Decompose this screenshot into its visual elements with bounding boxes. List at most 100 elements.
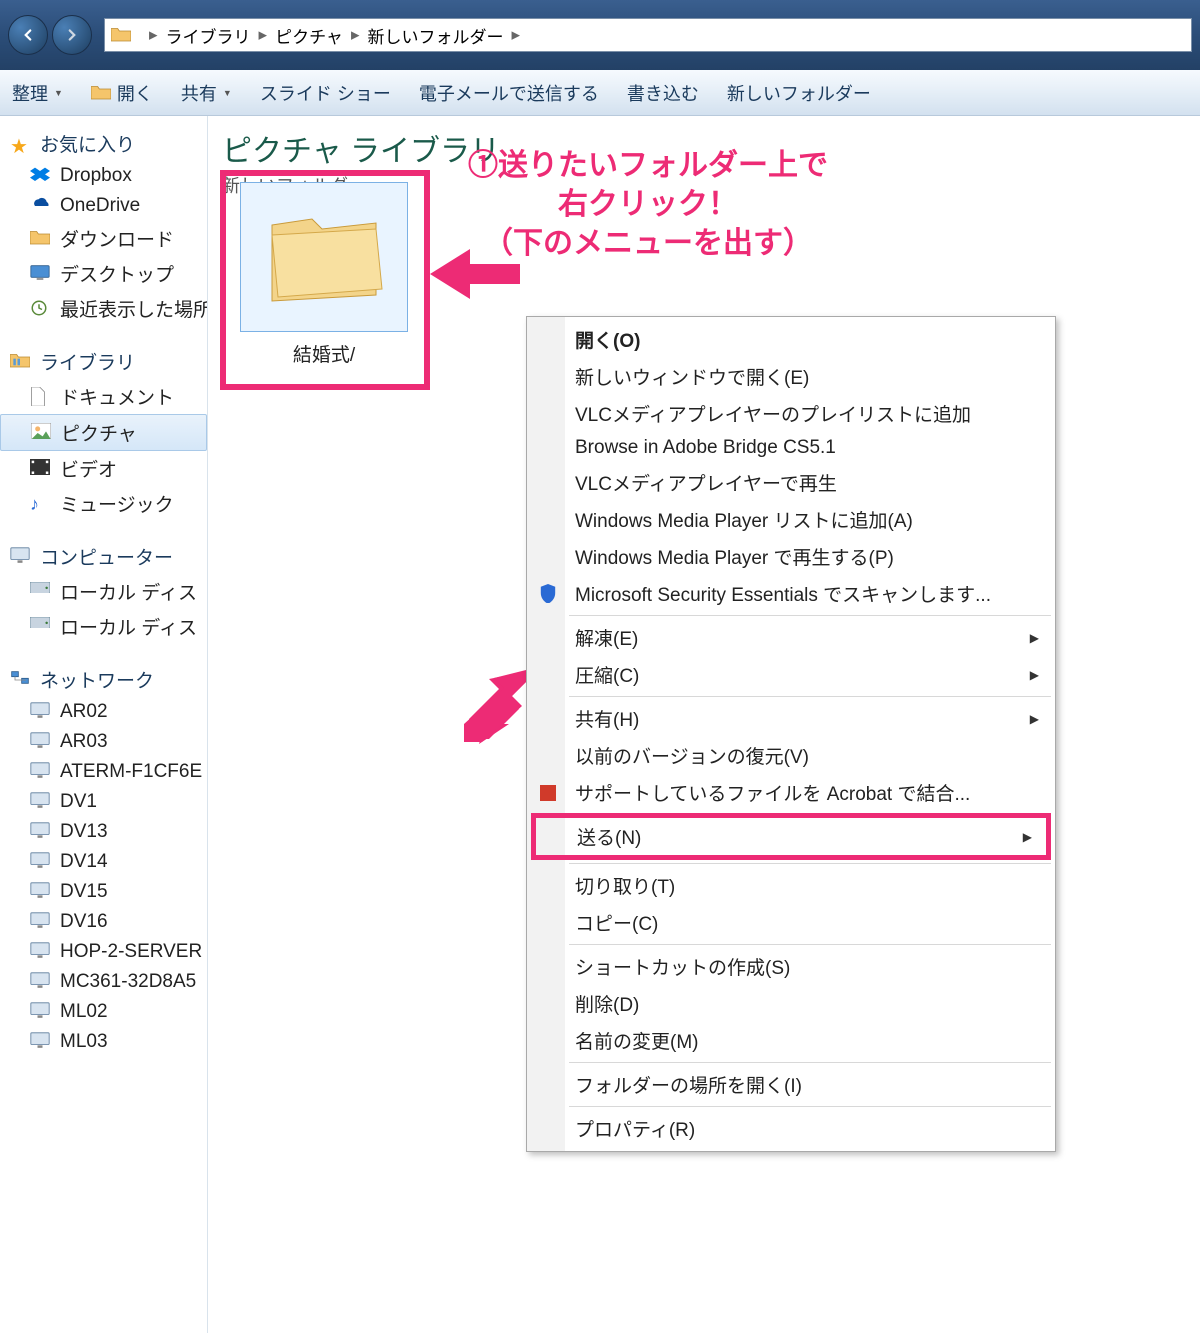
ctx-open-location[interactable]: フォルダーの場所を開く(I) xyxy=(529,1066,1053,1103)
ctx-rename[interactable]: 名前の変更(M) xyxy=(529,1022,1053,1059)
chevron-right-icon: ▶ xyxy=(1030,631,1039,645)
recent-icon xyxy=(30,299,52,319)
ctx-open[interactable]: 開く(O) xyxy=(529,321,1053,358)
computer-icon xyxy=(30,1032,52,1052)
computer-icon xyxy=(30,822,52,842)
share-button[interactable]: 共有▼ xyxy=(181,80,232,106)
ctx-vlc-play[interactable]: VLCメディアプレイヤーで再生 xyxy=(529,464,1053,501)
ctx-copy[interactable]: コピー(C) xyxy=(529,904,1053,941)
sidebar-item-network-pc[interactable]: MC361-32D8A5 xyxy=(0,967,207,997)
library-icon xyxy=(10,352,32,372)
open-button[interactable]: 開く xyxy=(91,80,153,106)
ctx-delete[interactable]: 削除(D) xyxy=(529,985,1053,1022)
chevron-right-icon: ▶ xyxy=(1030,668,1039,682)
folder-label: 結婚式/ xyxy=(234,340,414,367)
sidebar-item-onedrive[interactable]: OneDrive xyxy=(0,191,207,221)
organize-button[interactable]: 整理▼ xyxy=(12,80,63,106)
sidebar-item-dropbox[interactable]: Dropbox xyxy=(0,161,207,191)
chevron-down-icon: ▼ xyxy=(54,88,63,98)
folder-open-icon xyxy=(91,84,111,102)
ctx-mse-scan[interactable]: Microsoft Security Essentials でスキャンします..… xyxy=(529,575,1053,612)
computer-icon xyxy=(30,972,52,992)
sidebar-item-recent[interactable]: 最近表示した場所 xyxy=(0,291,207,326)
video-icon xyxy=(30,459,52,479)
sidebar-item-pictures[interactable]: ピクチャ xyxy=(0,414,207,451)
ctx-cut[interactable]: 切り取り(T) xyxy=(529,867,1053,904)
sidebar-item-localdisk[interactable]: ローカル ディス xyxy=(0,609,207,644)
shield-icon xyxy=(537,584,559,604)
content-pane: ピクチャ ライブラリ 新しいフォルダー 結婚式/ ①送りたいフォルダー上で 右ク… xyxy=(208,116,1200,1333)
ctx-acrobat-combine[interactable]: サポートしているファイルを Acrobat で結合... xyxy=(529,774,1053,811)
sidebar-item-desktop[interactable]: デスクトップ xyxy=(0,256,207,291)
document-icon xyxy=(30,387,52,407)
ctx-adobe-bridge[interactable]: Browse in Adobe Bridge CS5.1 xyxy=(529,432,1053,464)
burn-button[interactable]: 書き込む xyxy=(627,80,699,106)
computer-icon xyxy=(30,852,52,872)
favorites-header[interactable]: ★ お気に入り xyxy=(0,126,207,161)
computer-header[interactable]: コンピューター xyxy=(0,539,207,574)
sidebar-item-downloads[interactable]: ダウンロード xyxy=(0,221,207,256)
ctx-compress[interactable]: 圧縮(C)▶ xyxy=(529,656,1053,693)
star-icon: ★ xyxy=(10,134,32,154)
window-titlebar: ▸ ライブラリ ▸ ピクチャ ▸ 新しいフォルダー ▸ xyxy=(0,0,1200,70)
new-folder-button[interactable]: 新しいフォルダー xyxy=(727,80,871,106)
context-menu: 開く(O) 新しいウィンドウで開く(E) VLCメディアプレイヤーのプレイリスト… xyxy=(526,316,1056,1152)
ctx-share[interactable]: 共有(H)▶ xyxy=(529,700,1053,737)
chevron-right-icon: ▶ xyxy=(1023,830,1032,844)
sidebar-item-network-pc[interactable]: AR03 xyxy=(0,727,207,757)
music-icon: ♪ xyxy=(30,494,52,514)
ctx-send-to[interactable]: 送る(N)▶ xyxy=(536,818,1046,855)
navigation-pane: ★ お気に入り Dropbox OneDrive ダウンロード xyxy=(0,116,208,1333)
ctx-restore-version[interactable]: 以前のバージョンの復元(V) xyxy=(529,737,1053,774)
breadcrumb-part[interactable]: 新しいフォルダー xyxy=(367,23,503,48)
address-bar[interactable]: ▸ ライブラリ ▸ ピクチャ ▸ 新しいフォルダー ▸ xyxy=(104,18,1192,52)
sidebar-item-network-pc[interactable]: DV1 xyxy=(0,787,207,817)
computer-icon xyxy=(30,1002,52,1022)
chevron-right-icon: ▸ xyxy=(259,25,268,45)
sidebar-item-music[interactable]: ♪ ミュージック xyxy=(0,486,207,521)
ctx-properties[interactable]: プロパティ(R) xyxy=(529,1110,1053,1147)
computer-icon xyxy=(30,942,52,962)
arrow-icon xyxy=(430,244,520,304)
folder-icon xyxy=(30,229,52,249)
computer-icon xyxy=(30,762,52,782)
sidebar-item-localdisk[interactable]: ローカル ディス xyxy=(0,574,207,609)
sidebar-item-documents[interactable]: ドキュメント xyxy=(0,379,207,414)
sidebar-item-videos[interactable]: ビデオ xyxy=(0,451,207,486)
onedrive-icon xyxy=(30,196,52,216)
ctx-create-shortcut[interactable]: ショートカットの作成(S) xyxy=(529,948,1053,985)
ctx-wmp-play[interactable]: Windows Media Player で再生する(P) xyxy=(529,538,1053,575)
network-header[interactable]: ネットワーク xyxy=(0,662,207,697)
pdf-icon xyxy=(537,783,559,803)
sidebar-item-network-pc[interactable]: AR02 xyxy=(0,697,207,727)
computer-icon xyxy=(30,702,52,722)
sidebar-item-network-pc[interactable]: DV15 xyxy=(0,877,207,907)
ctx-open-new-window[interactable]: 新しいウィンドウで開く(E) xyxy=(529,358,1053,395)
ctx-wmp-list[interactable]: Windows Media Player リストに追加(A) xyxy=(529,501,1053,538)
annotation-step1: ①送りたいフォルダー上で 右クリック！ （下のメニューを出す） xyxy=(468,146,828,263)
nav-forward-button[interactable] xyxy=(52,15,92,55)
chevron-right-icon: ▶ xyxy=(1030,712,1039,726)
sidebar-item-network-pc[interactable]: DV13 xyxy=(0,817,207,847)
libraries-header[interactable]: ライブラリ xyxy=(0,344,207,379)
ctx-extract[interactable]: 解凍(E)▶ xyxy=(529,619,1053,656)
breadcrumb-part[interactable]: ピクチャ xyxy=(275,23,343,48)
sidebar-item-network-pc[interactable]: ATERM-F1CF6E xyxy=(0,757,207,787)
computer-icon xyxy=(30,912,52,932)
sidebar-item-network-pc[interactable]: ML03 xyxy=(0,1027,207,1057)
email-button[interactable]: 電子メールで送信する xyxy=(419,80,599,106)
dropbox-icon xyxy=(30,166,52,186)
annotation-highlight-box: 送る(N)▶ xyxy=(531,813,1051,860)
sidebar-item-network-pc[interactable]: ML02 xyxy=(0,997,207,1027)
sidebar-item-network-pc[interactable]: DV14 xyxy=(0,847,207,877)
folder-item[interactable]: 結婚式/ xyxy=(234,182,414,367)
chevron-down-icon: ▼ xyxy=(223,88,232,98)
sidebar-item-network-pc[interactable]: HOP-2-SERVER xyxy=(0,937,207,967)
desktop-icon xyxy=(30,264,52,284)
ctx-vlc-playlist[interactable]: VLCメディアプレイヤーのプレイリストに追加 xyxy=(529,395,1053,432)
breadcrumb-part[interactable]: ライブラリ xyxy=(166,23,251,48)
slideshow-button[interactable]: スライド ショー xyxy=(260,80,391,106)
chevron-right-icon: ▸ xyxy=(351,25,360,45)
nav-back-button[interactable] xyxy=(8,15,48,55)
sidebar-item-network-pc[interactable]: DV16 xyxy=(0,907,207,937)
